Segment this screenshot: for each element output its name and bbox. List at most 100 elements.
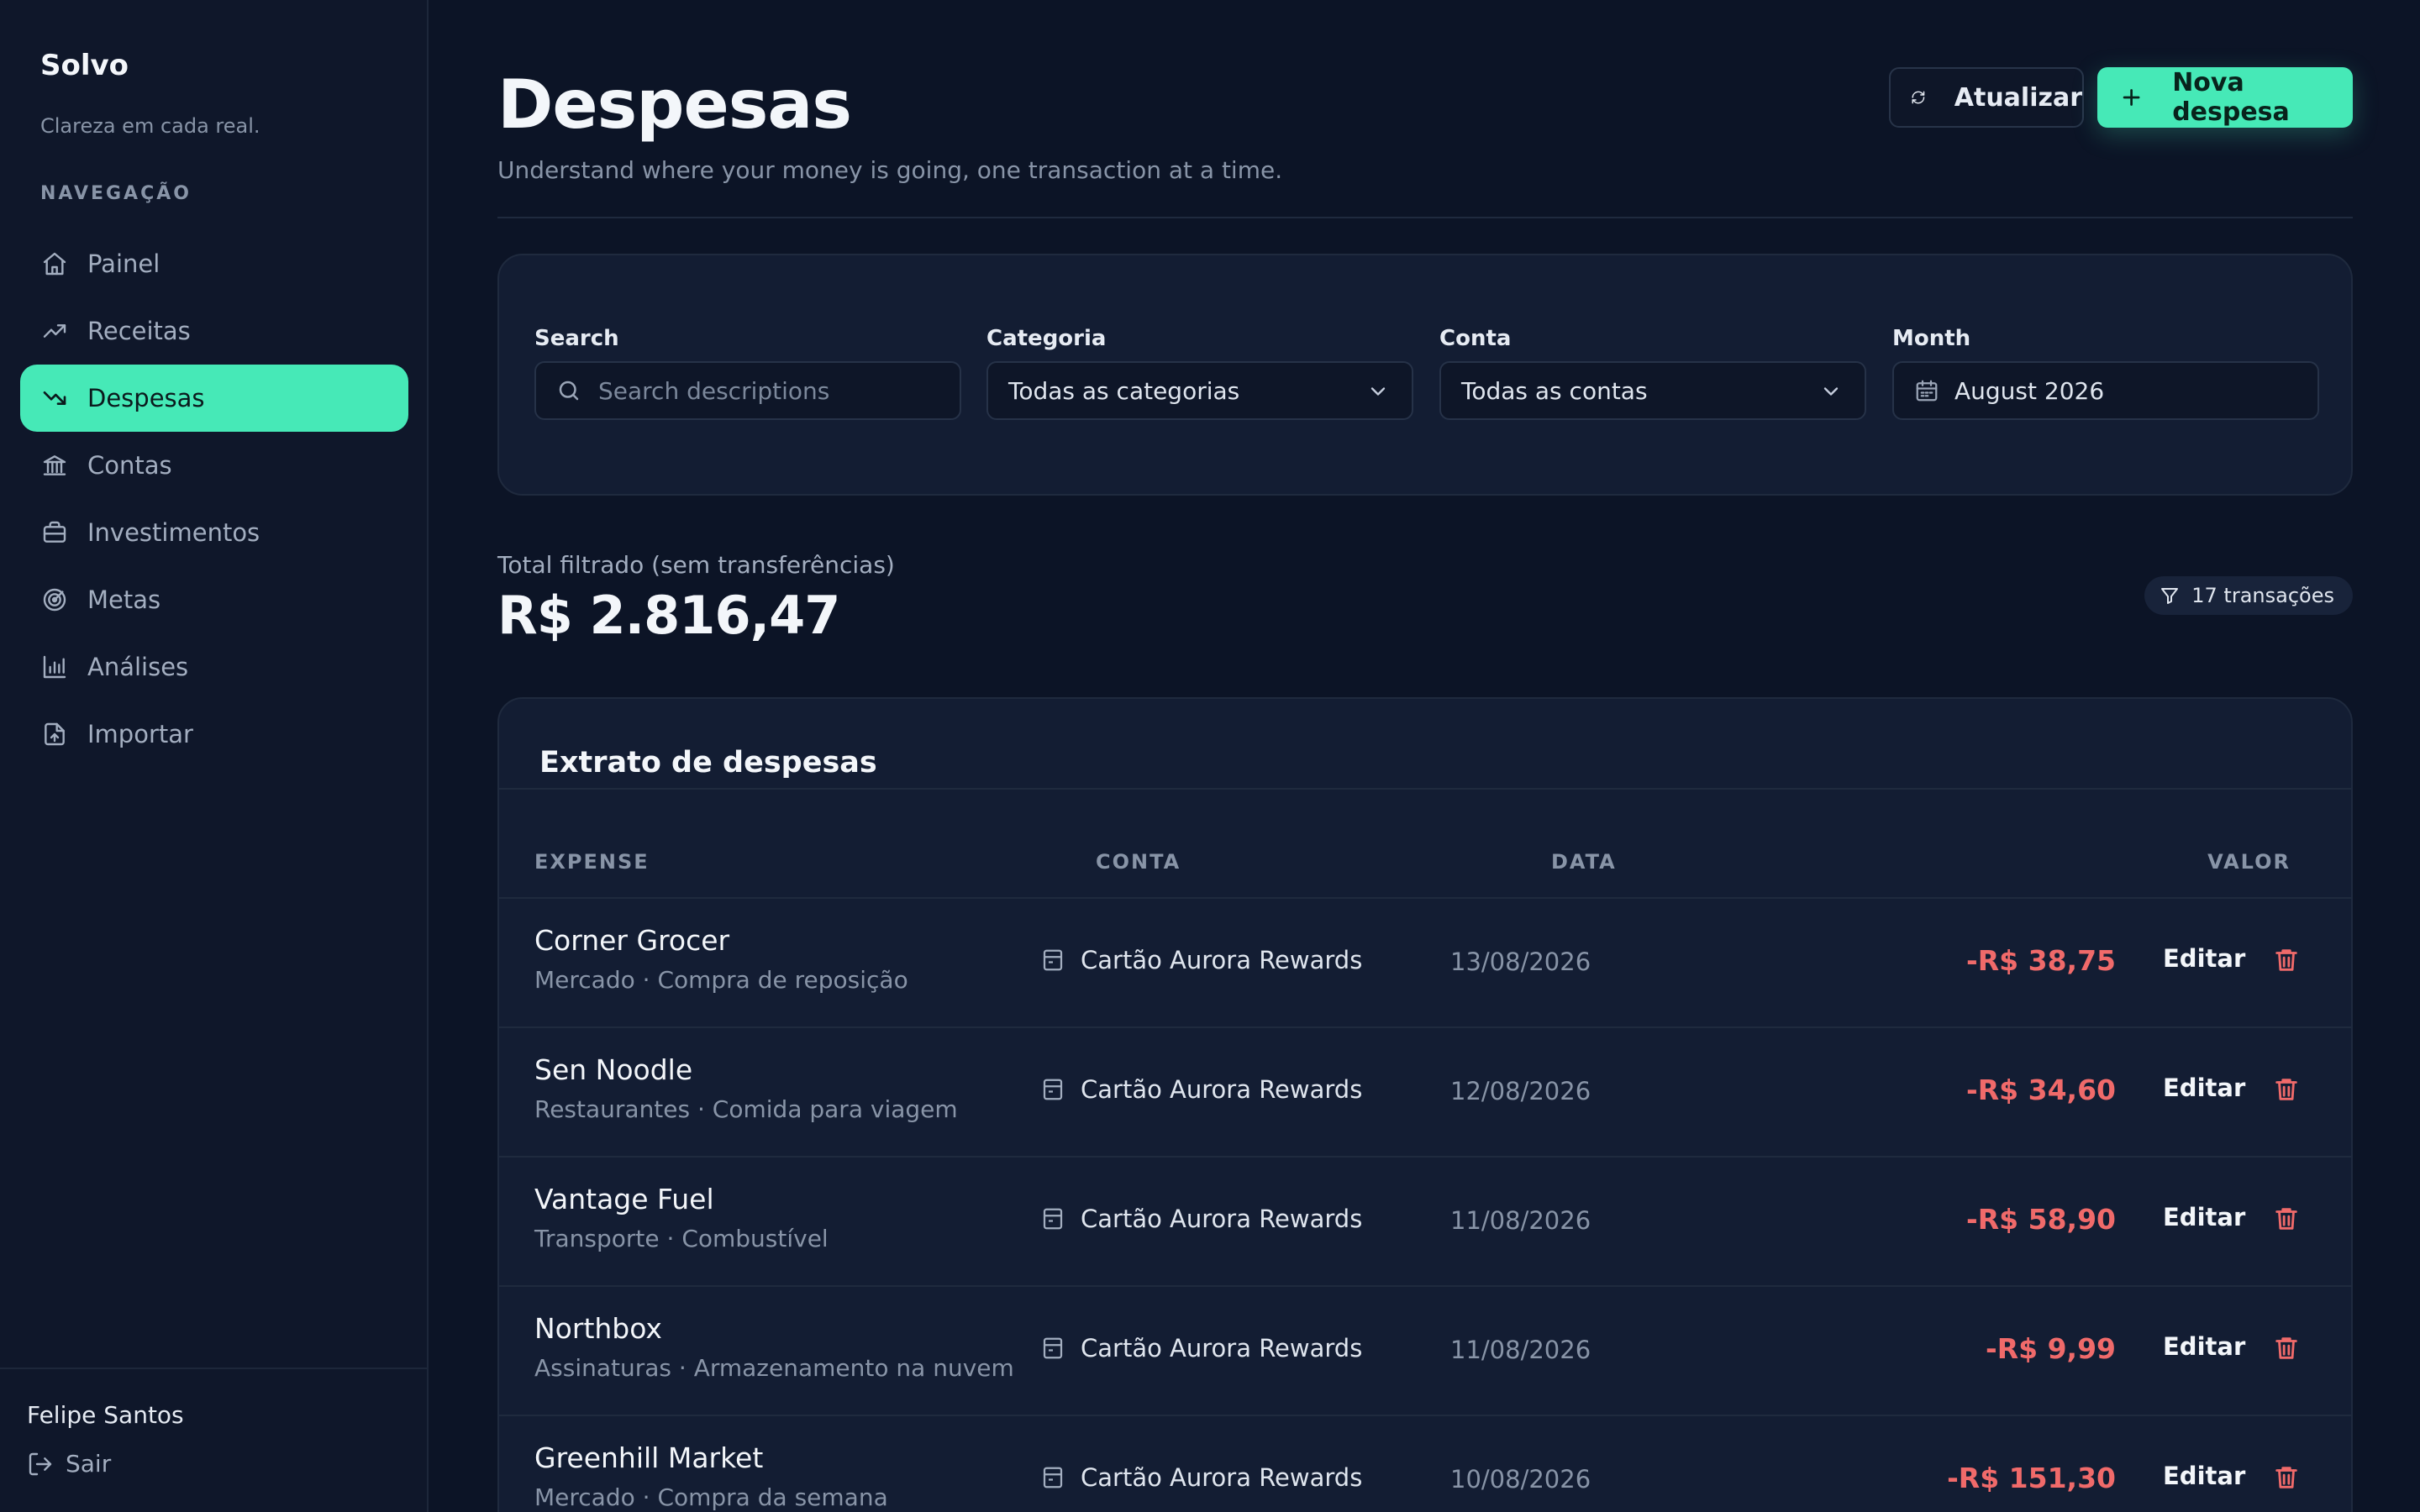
sidebar-item-investimentos[interactable]: Investimentos	[20, 499, 408, 566]
expense-amount: -R$ 151,30	[1947, 1462, 2116, 1494]
header-divider	[497, 217, 2353, 218]
sidebar-item-label: Receitas	[87, 317, 191, 345]
edit-button[interactable]: Editar	[2163, 944, 2245, 973]
account-name: Cartão Aurora Rewards	[1081, 946, 1363, 974]
table-title-divider	[499, 788, 2351, 790]
search-label: Search	[534, 326, 619, 351]
new-expense-button[interactable]: Nova despesa	[2097, 67, 2353, 128]
sidebar-item-contas[interactable]: Contas	[20, 432, 408, 499]
file-upload-icon	[40, 720, 69, 748]
month-picker[interactable]: August 2026	[1892, 361, 2319, 420]
trash-icon[interactable]	[2272, 1334, 2301, 1362]
trash-icon[interactable]	[2272, 946, 2301, 974]
expense-account: Cartão Aurora Rewards	[1040, 1205, 1362, 1233]
credit-card-icon	[1043, 1337, 1063, 1359]
sidebar-item-analises[interactable]: Análises	[20, 633, 408, 701]
sidebar-item-receitas[interactable]: Receitas	[20, 297, 408, 365]
target-icon	[40, 585, 69, 614]
category-select[interactable]: Todas as categorias	[986, 361, 1413, 420]
user-name: Felipe Santos	[27, 1401, 184, 1429]
month-label: Month	[1892, 326, 1971, 351]
search-filter: Search	[534, 326, 961, 420]
sidebar-footer: Felipe Santos Sair	[0, 1368, 427, 1512]
sidebar-item-painel[interactable]: Painel	[20, 230, 408, 297]
expense-account: Cartão Aurora Rewards	[1040, 1463, 1362, 1492]
trash-icon[interactable]	[2272, 1205, 2301, 1233]
filter-icon	[2161, 588, 2179, 604]
calendar-icon	[1916, 380, 1938, 402]
expense-date: 12/08/2026	[1450, 1077, 1591, 1105]
trash-icon[interactable]	[2272, 1463, 2301, 1492]
sidebar-item-metas[interactable]: Metas	[20, 566, 408, 633]
account-name: Cartão Aurora Rewards	[1081, 1463, 1363, 1492]
search-input[interactable]	[598, 376, 939, 405]
sidebar-item-label: Contas	[87, 451, 172, 480]
transaction-count-badge: 17 transações	[2144, 576, 2353, 615]
expenses-table-card: Extrato de despesas EXPENSE CONTA DATA V…	[497, 697, 2353, 1512]
expense-account: Cartão Aurora Rewards	[1040, 946, 1362, 974]
column-header-expense: EXPENSE	[534, 850, 650, 874]
expense-date: 11/08/2026	[1450, 1336, 1591, 1364]
expense-meta: Assinaturas · Armazenamento na nuvem	[534, 1354, 1014, 1382]
refresh-label: Atualizar	[1954, 82, 2082, 113]
refresh-icon	[1912, 91, 1925, 104]
edit-button[interactable]: Editar	[2163, 1462, 2245, 1490]
bank-icon	[40, 451, 69, 480]
expense-amount: -R$ 58,90	[1966, 1203, 2116, 1236]
table-row: Corner Grocer Mercado · Compra de reposi…	[499, 899, 2351, 1028]
table-row: Vantage Fuel Transporte · Combustível Ca…	[499, 1158, 2351, 1287]
logout-icon	[29, 1452, 52, 1475]
page-title: Despesas	[497, 66, 852, 144]
column-header-date: DATA	[1551, 850, 1617, 874]
main-content: Despesas Understand where your money is …	[497, 0, 2353, 1512]
refresh-button[interactable]: Atualizar	[1889, 67, 2084, 128]
trash-icon[interactable]	[2272, 1075, 2301, 1104]
edit-button[interactable]: Editar	[2163, 1203, 2245, 1231]
expense-amount: -R$ 38,75	[1966, 944, 2116, 977]
account-value: Todas as contas	[1461, 376, 1648, 405]
account-select[interactable]: Todas as contas	[1439, 361, 1866, 420]
expense-meta: Mercado · Compra de reposição	[534, 966, 908, 994]
briefcase-icon	[40, 518, 69, 547]
sidebar-item-despesas[interactable]: Despesas	[20, 365, 408, 432]
brand-tagline: Clareza em cada real.	[40, 114, 260, 138]
account-label: Conta	[1439, 326, 1512, 351]
nav-heading: NAVEGAÇÃO	[40, 183, 192, 204]
account-filter: Conta Todas as contas	[1439, 326, 1866, 420]
sidebar-item-importar[interactable]: Importar	[20, 701, 408, 768]
sidebar-item-label: Painel	[87, 249, 160, 278]
search-icon	[559, 381, 579, 401]
account-name: Cartão Aurora Rewards	[1081, 1075, 1363, 1104]
expense-meta: Mercado · Compra da semana	[534, 1483, 888, 1511]
edit-button[interactable]: Editar	[2163, 1332, 2245, 1361]
table-title: Extrato de despesas	[539, 746, 877, 780]
chevron-down-icon	[1370, 387, 1386, 396]
plus-icon	[2123, 89, 2140, 106]
expense-name: Northbox	[534, 1312, 662, 1345]
expense-account: Cartão Aurora Rewards	[1040, 1075, 1362, 1104]
expense-name: Corner Grocer	[534, 924, 730, 957]
new-expense-label: Nova despesa	[2172, 68, 2290, 127]
account-name: Cartão Aurora Rewards	[1081, 1205, 1363, 1233]
expense-account: Cartão Aurora Rewards	[1040, 1334, 1362, 1362]
page-subtitle: Understand where your money is going, on…	[497, 156, 1283, 184]
credit-card-icon	[1043, 1079, 1063, 1100]
sidebar-item-label: Metas	[87, 585, 161, 614]
logout-button[interactable]: Sair	[27, 1450, 111, 1478]
expense-date: 10/08/2026	[1450, 1465, 1591, 1494]
column-header-account: CONTA	[1096, 850, 1181, 874]
edit-button[interactable]: Editar	[2163, 1074, 2245, 1102]
bar-chart-icon	[40, 653, 69, 681]
sidebar-item-label: Investimentos	[87, 518, 260, 547]
month-filter: Month August 2026	[1892, 326, 2319, 420]
expense-date: 11/08/2026	[1450, 1206, 1591, 1235]
search-box	[534, 361, 961, 420]
month-value: August 2026	[1954, 376, 2105, 405]
table-row: Northbox Assinaturas · Armazenamento na …	[499, 1287, 2351, 1416]
filters-card: Search Categoria Todas as categorias Con…	[497, 254, 2353, 496]
total-label: Total filtrado (sem transferências)	[497, 551, 895, 579]
transaction-count: 17 transações	[2191, 584, 2334, 607]
expense-name: Vantage Fuel	[534, 1183, 714, 1215]
credit-card-icon	[1043, 1208, 1063, 1230]
sidebar-nav: Painel Receitas Despesas Contas Investim…	[20, 230, 408, 768]
